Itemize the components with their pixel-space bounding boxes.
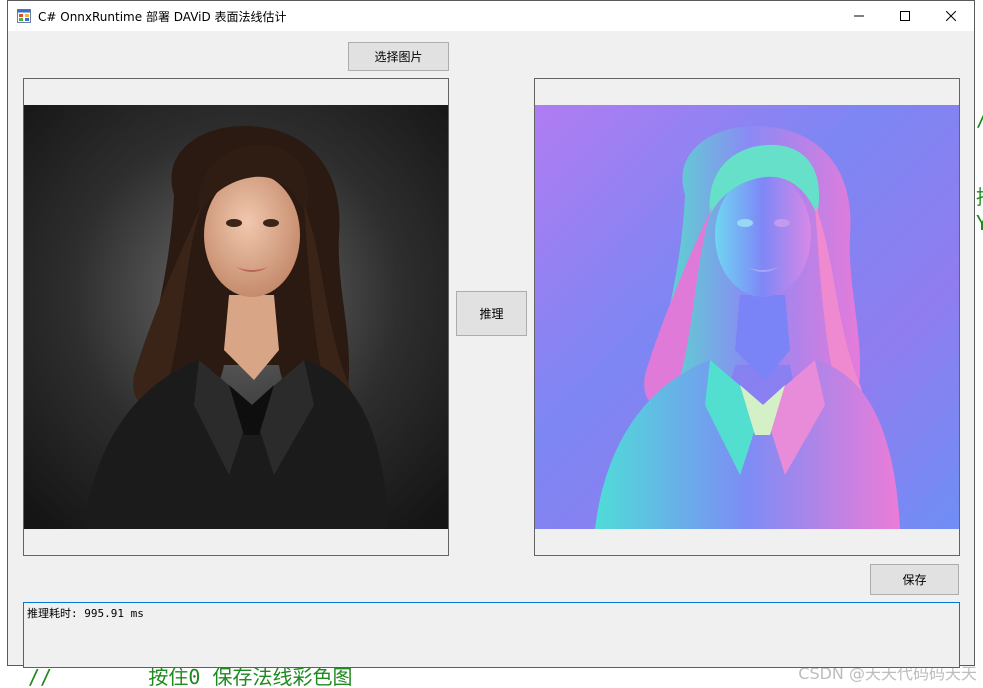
background-code-fragment: Y	[976, 211, 983, 235]
background-code-fragment: 持	[976, 184, 983, 210]
output-picture-box	[534, 78, 960, 556]
windows-form-icon	[17, 9, 31, 23]
window-title: C# OnnxRuntime 部署 DAViD 表面法线估计	[38, 10, 287, 24]
infer-button[interactable]: 推理	[456, 291, 527, 336]
surface-normal-map	[535, 105, 959, 529]
minimize-button[interactable]	[836, 1, 882, 31]
background-code-fragment: /	[976, 106, 983, 132]
maximize-icon	[900, 11, 910, 21]
screen: // 按住0 保存法线彩色图 / 持 Y CSDN @天天代码码天天 C# On…	[0, 0, 983, 688]
close-button[interactable]	[928, 1, 974, 31]
close-icon	[946, 11, 956, 21]
form-client-area: 选择图片 推理 保存 推理耗时: 995.91 ms	[8, 31, 974, 668]
input-picture-box	[23, 78, 449, 556]
maximize-button[interactable]	[882, 1, 928, 31]
app-window: C# OnnxRuntime 部署 DAViD 表面法线估计 选择图片 推理 保…	[7, 0, 975, 668]
minimize-icon	[854, 15, 864, 17]
title-bar[interactable]: C# OnnxRuntime 部署 DAViD 表面法线估计	[8, 1, 974, 31]
select-image-button[interactable]: 选择图片	[348, 42, 449, 71]
portrait-photo	[24, 105, 448, 529]
output-textbox[interactable]: 推理耗时: 995.91 ms	[23, 602, 960, 668]
save-button[interactable]: 保存	[870, 564, 959, 595]
